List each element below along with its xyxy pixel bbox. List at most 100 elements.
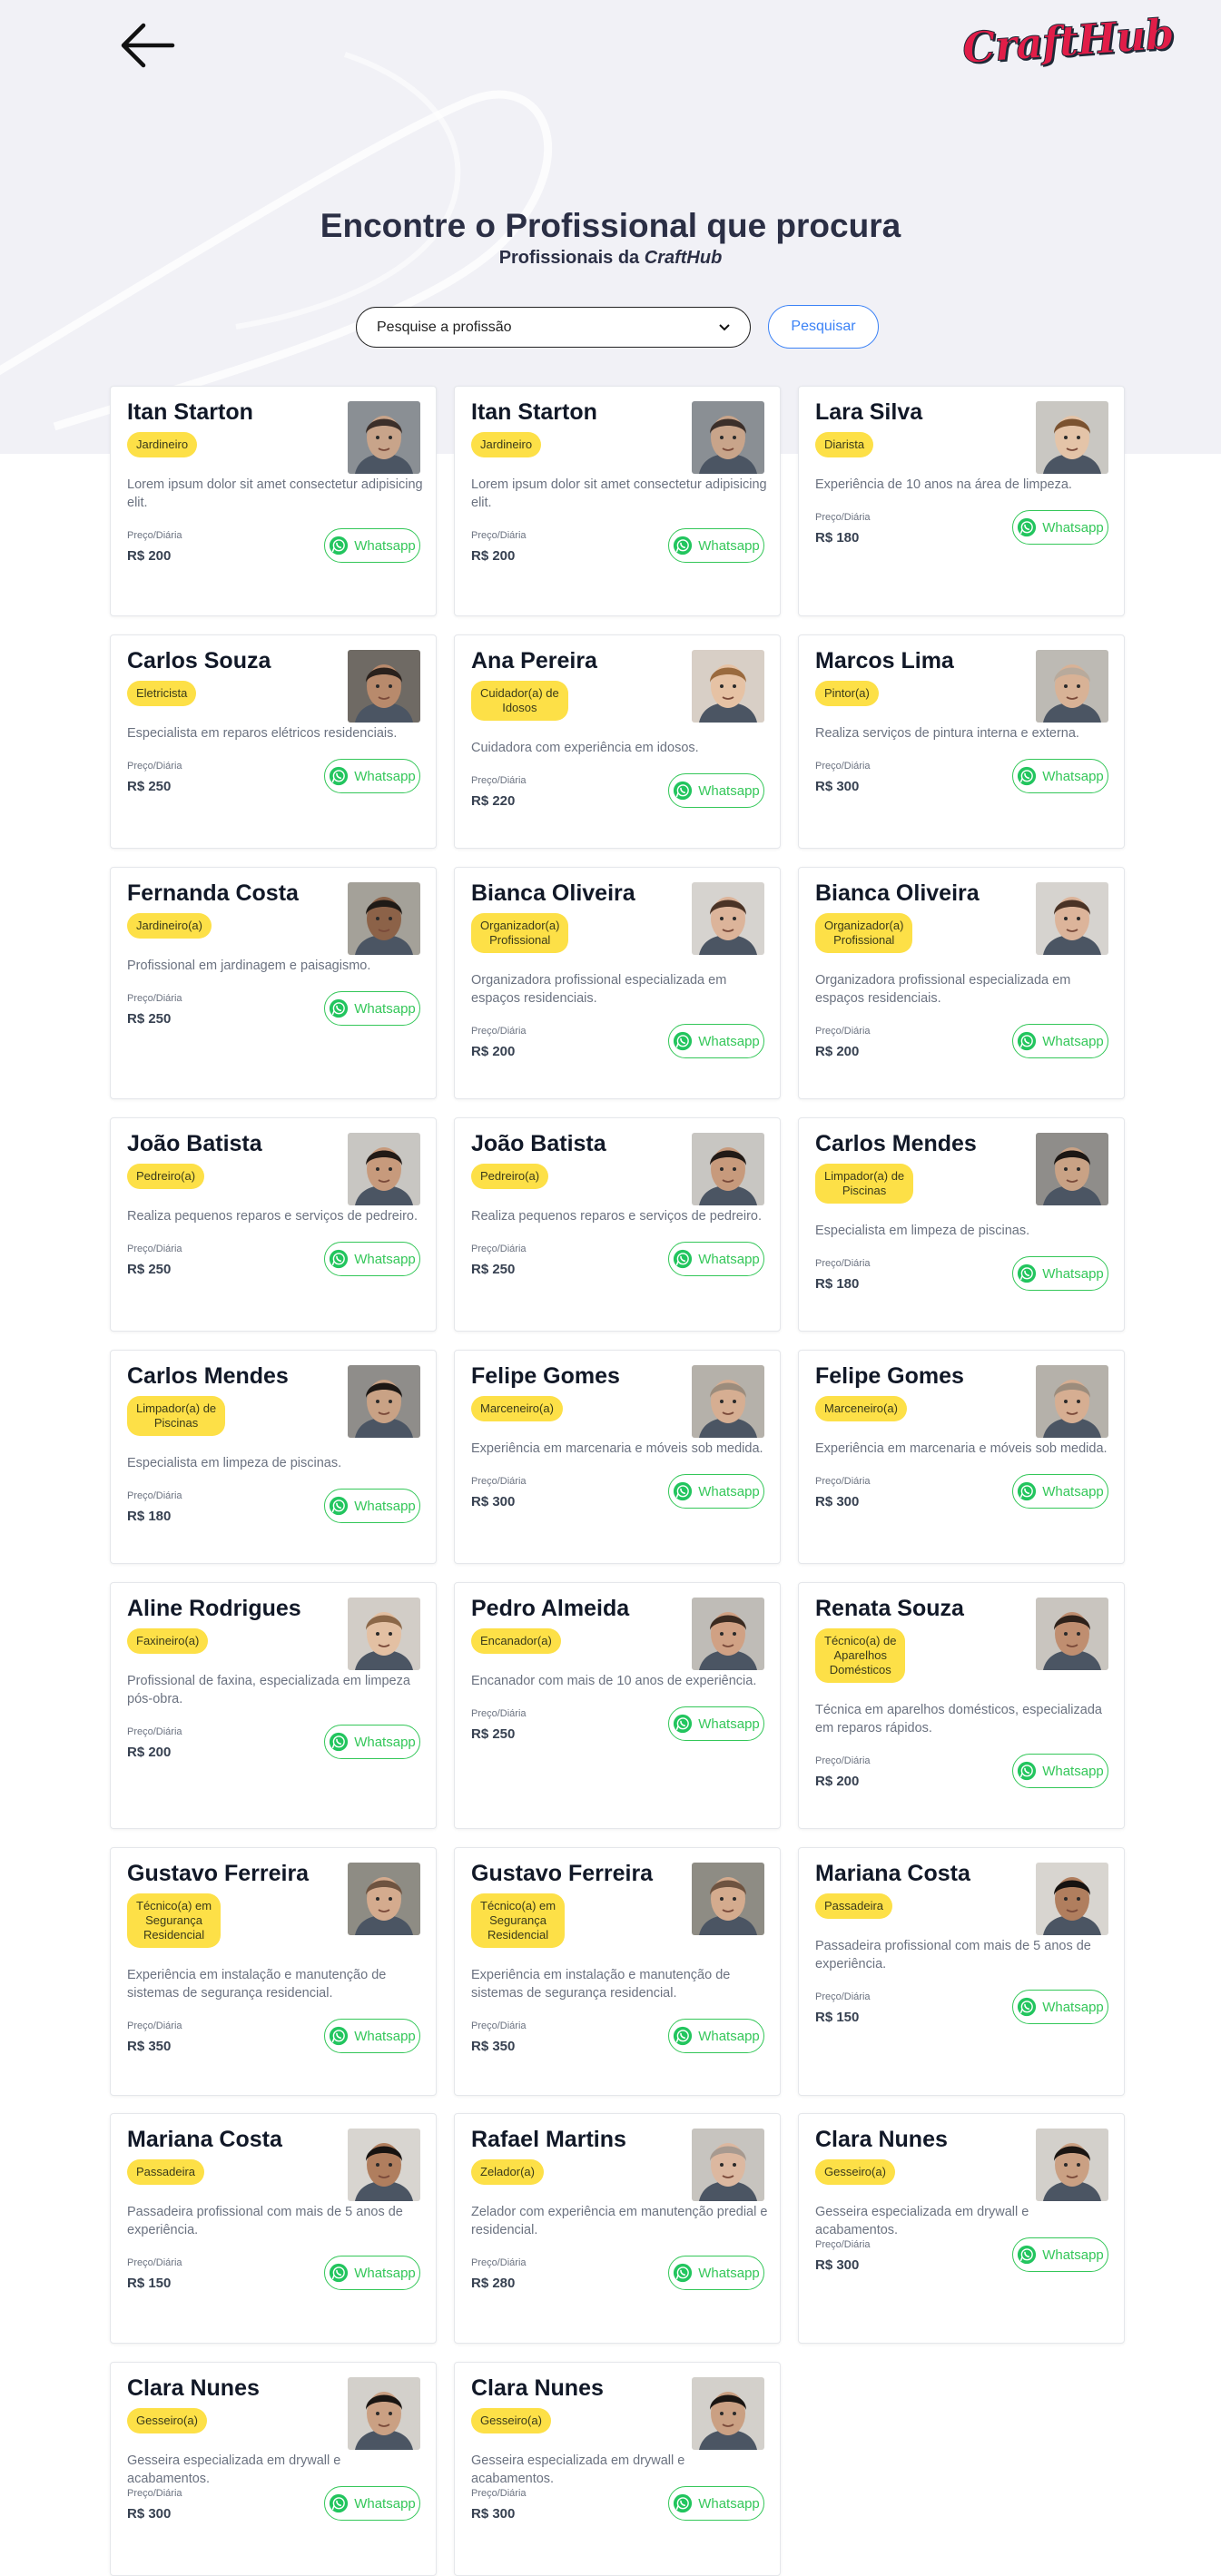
professional-name: Marcos Lima bbox=[815, 648, 954, 673]
professional-card[interactable]: Lara Silva Diarista Experiência de 10 anos… bbox=[798, 386, 1125, 616]
whatsapp-button[interactable]: Whatsapp bbox=[668, 1474, 764, 1509]
professional-card[interactable]: Renata Souza Técnico(a) de Aparelhos Domést… bbox=[798, 1582, 1125, 1829]
whatsapp-icon bbox=[674, 1249, 693, 1269]
professional-card[interactable]: João Batista Pedreiro(a) Realiza pequenos … bbox=[454, 1117, 781, 1332]
professional-card[interactable]: Carlos Mendes Limpador(a) de Piscinas Espec… bbox=[798, 1117, 1125, 1332]
whatsapp-button[interactable]: Whatsapp bbox=[668, 1242, 764, 1276]
description-line: Encanador com mais de 10 anos de experiê… bbox=[471, 1674, 757, 1688]
whatsapp-button[interactable]: Whatsapp bbox=[1012, 1990, 1108, 2024]
professional-card[interactable]: Pedro Almeida Encanador(a) Encanador com m… bbox=[454, 1582, 781, 1829]
professional-card[interactable]: Aline Rodrigues Faxineiro(a) Profissional … bbox=[110, 1582, 437, 1829]
professional-card[interactable]: Mariana Costa Passadeira Passadeira profis… bbox=[110, 2113, 437, 2344]
whatsapp-button[interactable]: Whatsapp bbox=[324, 2019, 420, 2053]
professional-card[interactable]: Mariana Costa Passadeira Passadeira profis… bbox=[798, 1847, 1125, 2096]
professional-description: Gesseira especializada em drywall e acab… bbox=[127, 2452, 427, 2488]
profession-badge: Marceneiro(a) bbox=[471, 1396, 563, 1421]
professional-card[interactable]: Felipe Gomes Marceneiro(a) Experiência em … bbox=[454, 1350, 781, 1564]
whatsapp-button[interactable]: Whatsapp bbox=[324, 991, 420, 1026]
professional-card[interactable]: Bianca Oliveira Organizador(a) Profissiona… bbox=[798, 867, 1125, 1099]
whatsapp-button[interactable]: Whatsapp bbox=[668, 1706, 764, 1741]
crafthub-logo[interactable]: CraftHub bbox=[960, 8, 1176, 80]
avatar bbox=[1036, 1863, 1108, 1935]
professional-card[interactable]: Itan Starton Jardineiro Lorem ipsum dolor … bbox=[454, 386, 781, 616]
professional-card[interactable]: Itan Starton Jardineiro Lorem ipsum dolor … bbox=[110, 386, 437, 616]
profession-badge-line: Marceneiro(a) bbox=[480, 1401, 554, 1415]
whatsapp-button-label: Whatsapp bbox=[1042, 519, 1104, 536]
profession-badge: Zelador(a) bbox=[471, 2159, 544, 2185]
whatsapp-button-label: Whatsapp bbox=[354, 768, 416, 784]
profile-photo bbox=[1036, 650, 1108, 723]
whatsapp-button[interactable]: Whatsapp bbox=[1012, 1256, 1108, 1291]
description-line: experiência. bbox=[815, 1957, 887, 1971]
professional-description: Profissional em jardinagem e paisagismo. bbox=[127, 957, 427, 975]
whatsapp-button[interactable]: Whatsapp bbox=[324, 1725, 420, 1759]
back-button[interactable] bbox=[118, 18, 178, 73]
avatar bbox=[692, 650, 764, 723]
profession-badge: Diarista bbox=[815, 432, 874, 457]
description-line: espaços residenciais. bbox=[815, 991, 941, 1006]
professional-card[interactable]: Clara Nunes Gesseiro(a) Gesseira especiali… bbox=[110, 2362, 437, 2576]
whatsapp-button[interactable]: Whatsapp bbox=[1012, 1754, 1108, 1788]
search-button[interactable]: Pesquisar bbox=[768, 305, 879, 349]
professional-card[interactable]: Carlos Souza Eletricista Especialista em r… bbox=[110, 634, 437, 849]
professional-card[interactable]: Fernanda Costa Jardineiro(a) Profissional … bbox=[110, 867, 437, 1099]
whatsapp-button[interactable]: Whatsapp bbox=[1012, 1474, 1108, 1509]
whatsapp-icon bbox=[674, 781, 693, 801]
professional-card[interactable]: João Batista Pedreiro(a) Realiza pequenos … bbox=[110, 1117, 437, 1332]
description-line: pós-obra. bbox=[127, 1692, 183, 1706]
price-label: Preço/Diária bbox=[471, 1476, 527, 1487]
whatsapp-button[interactable]: Whatsapp bbox=[1012, 2237, 1108, 2272]
whatsapp-button[interactable]: Whatsapp bbox=[324, 2256, 420, 2290]
whatsapp-button[interactable]: Whatsapp bbox=[668, 2486, 764, 2521]
whatsapp-button[interactable]: Whatsapp bbox=[324, 1489, 420, 1523]
whatsapp-button[interactable]: Whatsapp bbox=[668, 528, 764, 563]
whatsapp-button[interactable]: Whatsapp bbox=[1012, 510, 1108, 545]
professional-card[interactable]: Clara Nunes Gesseiro(a) Gesseira especiali… bbox=[454, 2362, 781, 2576]
whatsapp-button[interactable]: Whatsapp bbox=[668, 1024, 764, 1058]
professional-card[interactable]: Bianca Oliveira Organizador(a) Profissiona… bbox=[454, 867, 781, 1099]
profile-photo bbox=[692, 401, 764, 474]
whatsapp-button[interactable]: Whatsapp bbox=[1012, 1024, 1108, 1058]
profession-badge-line: Técnico(a) em bbox=[136, 1899, 212, 1912]
description-line: Gesseira especializada em drywall e acab… bbox=[127, 2453, 341, 2486]
avatar bbox=[1036, 1365, 1108, 1438]
professional-card[interactable]: Felipe Gomes Marceneiro(a) Experiência em … bbox=[798, 1350, 1125, 1564]
whatsapp-button-label: Whatsapp bbox=[354, 2265, 416, 2281]
whatsapp-button[interactable]: Whatsapp bbox=[324, 2486, 420, 2521]
whatsapp-button-label: Whatsapp bbox=[698, 1251, 760, 1267]
profession-badge: Gesseiro(a) bbox=[127, 2408, 207, 2433]
professional-name: Itan Starton bbox=[471, 399, 597, 425]
profession-badge-line: Residencial bbox=[487, 1928, 549, 1942]
price-value: R$ 200 bbox=[127, 548, 172, 564]
whatsapp-button-label: Whatsapp bbox=[354, 2495, 416, 2512]
whatsapp-button[interactable]: Whatsapp bbox=[668, 773, 764, 808]
description-line: Realiza pequenos reparos e serviços de p… bbox=[471, 1209, 762, 1224]
whatsapp-button[interactable]: Whatsapp bbox=[668, 2256, 764, 2290]
profile-photo bbox=[692, 2377, 764, 2450]
whatsapp-button[interactable]: Whatsapp bbox=[324, 528, 420, 563]
whatsapp-button[interactable]: Whatsapp bbox=[668, 2019, 764, 2053]
professional-card[interactable]: Gustavo Ferreira Técnico(a) em Segurança Re… bbox=[454, 1847, 781, 2096]
profession-badge-line: Jardineiro bbox=[136, 438, 189, 451]
professional-card[interactable]: Ana Pereira Cuidador(a) de Idosos Cuidadora… bbox=[454, 634, 781, 849]
professional-card[interactable]: Marcos Lima Pintor(a) Realiza serviços de … bbox=[798, 634, 1125, 849]
profession-select[interactable]: Pesquise a profissão bbox=[356, 307, 751, 348]
price-value: R$ 250 bbox=[127, 779, 172, 794]
professional-card[interactable]: Rafael Martins Zelador(a) Zelador com expe… bbox=[454, 2113, 781, 2344]
professional-name: Fernanda Costa bbox=[127, 880, 299, 906]
whatsapp-button-label: Whatsapp bbox=[1042, 1763, 1104, 1779]
whatsapp-button[interactable]: Whatsapp bbox=[1012, 759, 1108, 793]
profile-photo bbox=[348, 650, 420, 723]
professional-card[interactable]: Carlos Mendes Limpador(a) de Piscinas Espec… bbox=[110, 1350, 437, 1564]
professional-card[interactable]: Gustavo Ferreira Técnico(a) em Segurança Re… bbox=[110, 1847, 437, 2096]
description-line: Experiência de 10 anos na área de limpez… bbox=[815, 477, 1072, 492]
price-value: R$ 200 bbox=[127, 1745, 172, 1760]
whatsapp-button[interactable]: Whatsapp bbox=[324, 759, 420, 793]
professional-card[interactable]: Clara Nunes Gesseiro(a) Gesseira especiali… bbox=[798, 2113, 1125, 2344]
whatsapp-button[interactable]: Whatsapp bbox=[324, 1242, 420, 1276]
avatar bbox=[348, 650, 420, 723]
description-line: Experiência em instalação e manutenção d… bbox=[127, 1968, 387, 1982]
whatsapp-icon bbox=[1018, 1761, 1037, 1781]
price-label: Preço/Diária bbox=[127, 993, 182, 1004]
professional-name: Carlos Souza bbox=[127, 648, 271, 673]
